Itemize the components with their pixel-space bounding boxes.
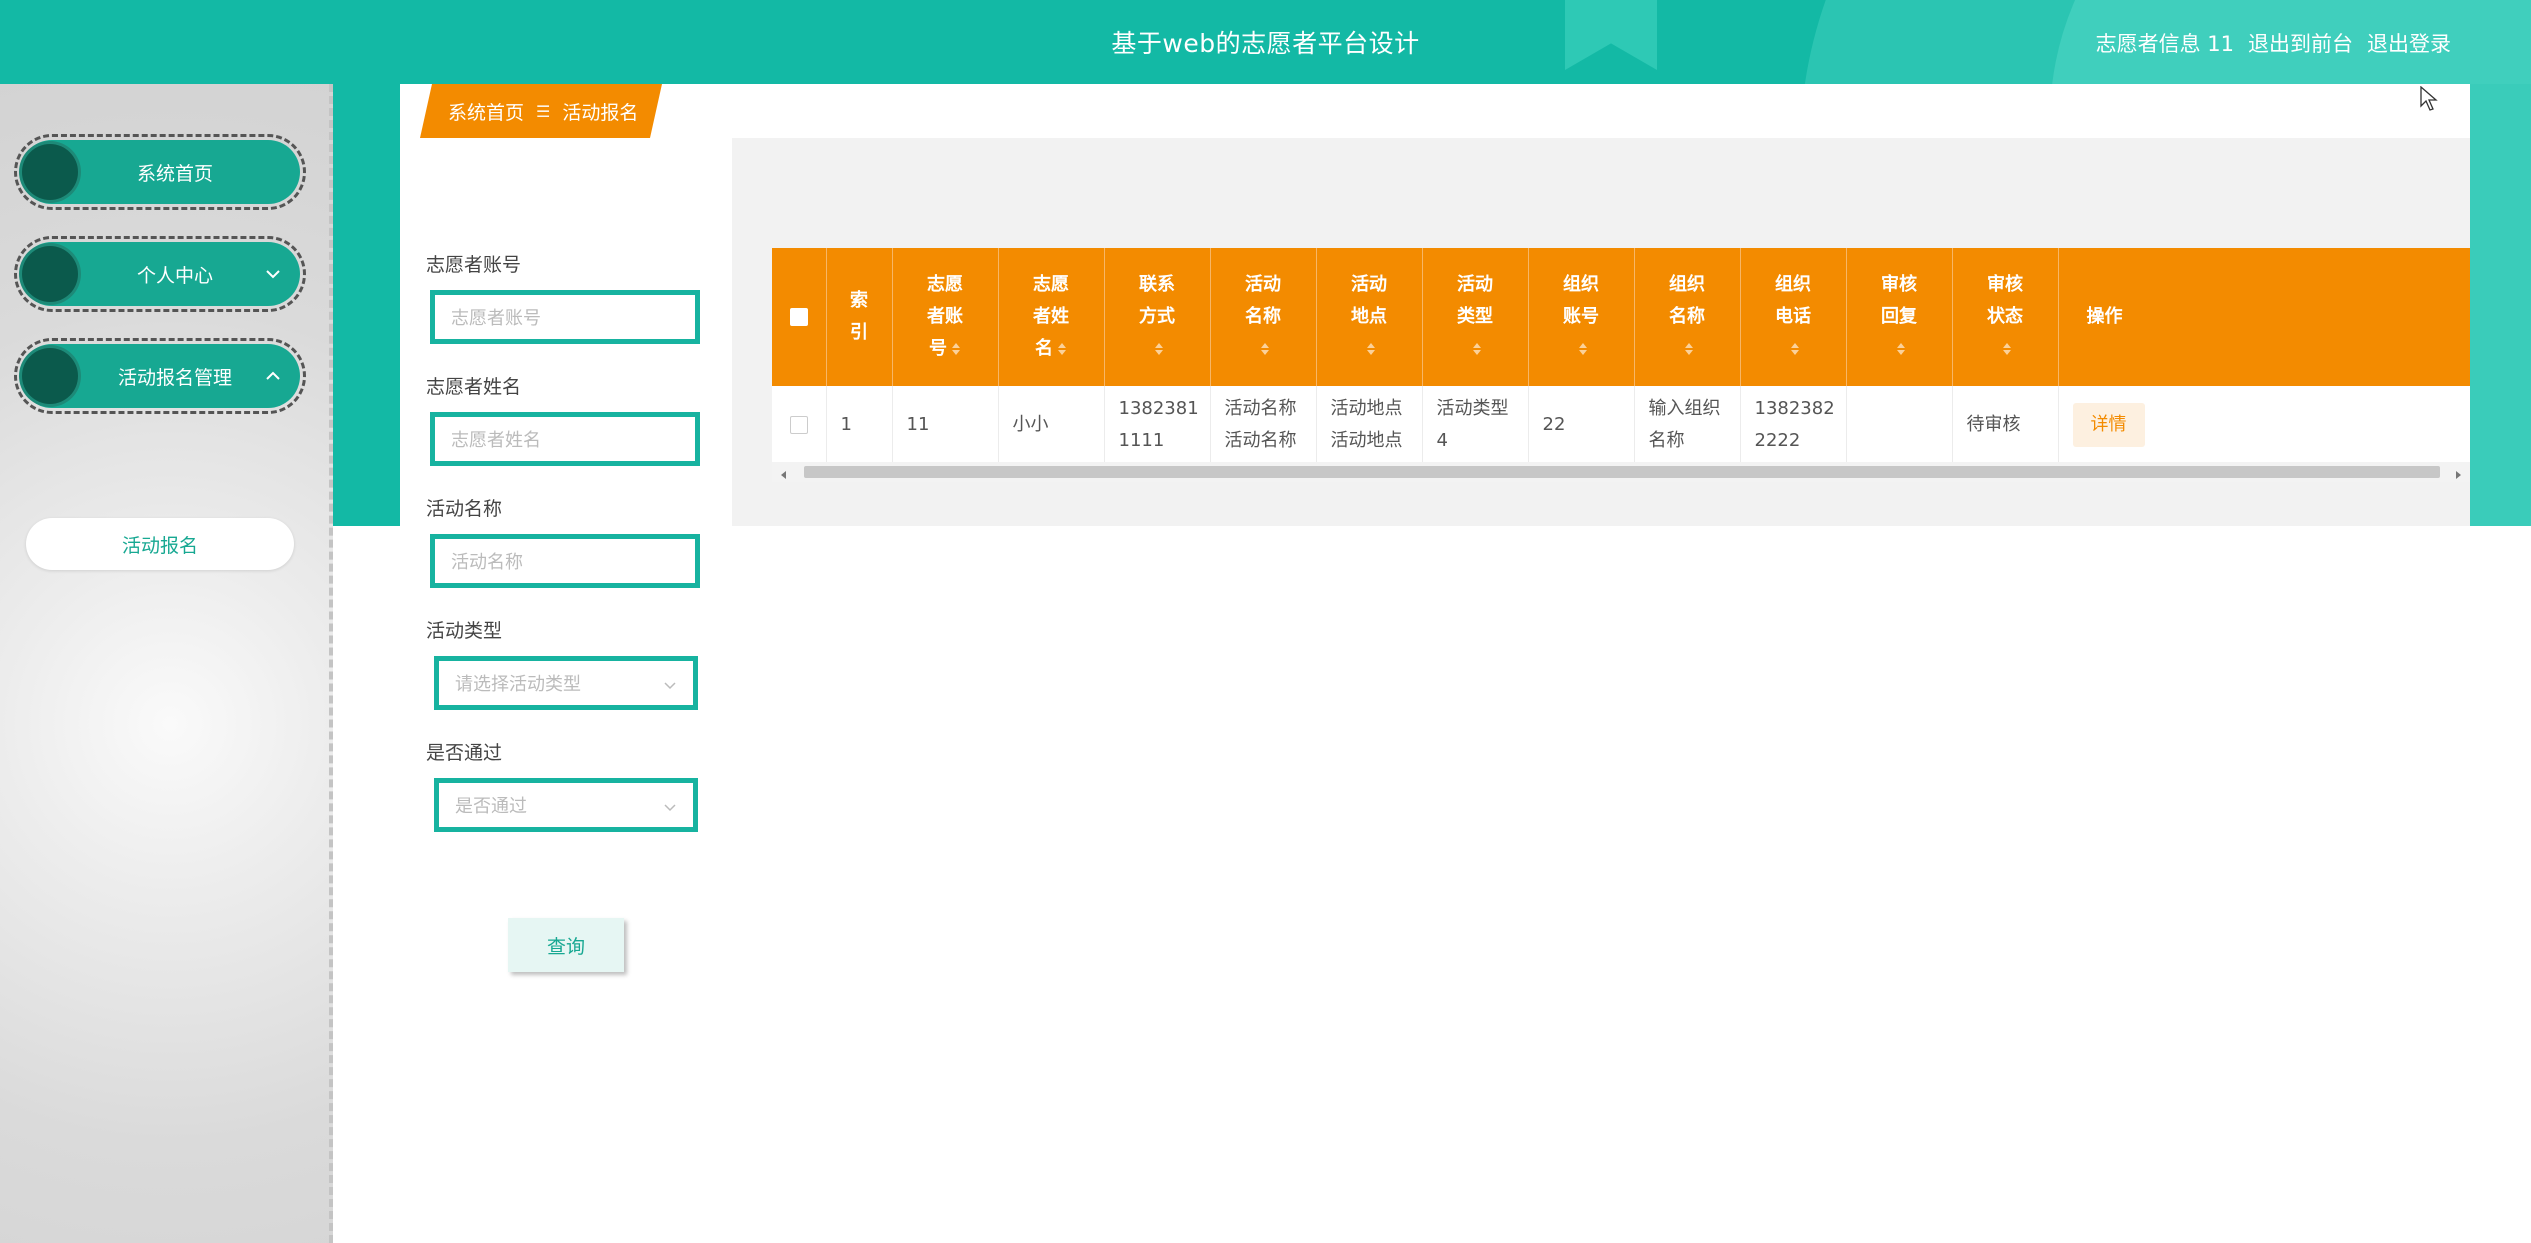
- scroll-left-icon[interactable]: [778, 466, 790, 479]
- filter-label-activity-name: 活动名称: [426, 498, 503, 520]
- table-row: 1 11 小小 13823811111 活动名称活动名称 活动地点活动地点: [772, 386, 2470, 465]
- horizontal-scrollbar[interactable]: [772, 462, 2470, 482]
- chevron-up-icon: [264, 367, 282, 385]
- back-to-front-link[interactable]: 退出到前台: [2248, 28, 2353, 58]
- sidebar-item-activity-signup-management[interactable]: 活动报名管理: [14, 338, 306, 414]
- cell-org-name: 输入组织 名称: [1634, 386, 1741, 465]
- content-area: 索引 志愿 者账 号 志愿 者姓 名 联系 方式 活动 名称 活动 地点 活动 …: [732, 138, 2470, 1243]
- cell-activity-type: 活动类型 4: [1422, 386, 1529, 465]
- menu-knob-icon: [22, 144, 78, 200]
- cell-volunteer-account: 11: [892, 386, 999, 465]
- filter-label-volunteer-name: 志愿者姓名: [426, 376, 522, 398]
- column-header-review-status[interactable]: 审核 状态: [1952, 248, 2059, 386]
- column-header-phone[interactable]: 联系 方式: [1104, 248, 1211, 386]
- row-select-cell: [772, 386, 827, 465]
- approved-select[interactable]: 是否通过: [434, 778, 698, 832]
- column-header-index: 索引: [826, 248, 893, 386]
- sort-icon[interactable]: [951, 342, 961, 356]
- sort-icon[interactable]: [1366, 342, 1376, 356]
- menu-knob-icon: [22, 246, 78, 302]
- select-placeholder: 是否通过: [455, 796, 527, 817]
- mouse-cursor-icon: [2420, 85, 2438, 112]
- cell-actions: 详情: [2058, 386, 2470, 465]
- row-checkbox[interactable]: [789, 415, 808, 434]
- filter-panel: 志愿者账号 志愿者账号 志愿者姓名 志愿者姓名 活动名称 活动名称 活动类型 请…: [400, 138, 732, 1243]
- cell-index: 1: [826, 386, 893, 465]
- column-header-org-account[interactable]: 组织 账号: [1528, 248, 1635, 386]
- sort-icon[interactable]: [1578, 342, 1588, 356]
- sort-icon[interactable]: [2002, 342, 2012, 356]
- column-header-activity-name[interactable]: 活动 名称: [1210, 248, 1317, 386]
- chevron-down-icon: [663, 798, 677, 812]
- filter-label-activity-type: 活动类型: [426, 620, 503, 642]
- top-header: 基于web的志愿者平台设计 志愿者信息 11 退出到前台 退出登录: [0, 0, 2531, 84]
- scroll-right-icon[interactable]: [2452, 466, 2464, 479]
- query-button[interactable]: 查询: [508, 918, 624, 972]
- breadcrumb-current: 活动报名: [562, 101, 639, 124]
- sidebar-item-label: 个人中心: [136, 264, 213, 287]
- select-all-header: [772, 248, 827, 386]
- sort-icon[interactable]: [1790, 342, 1800, 356]
- chevron-down-icon: [264, 265, 282, 283]
- select-placeholder: 请选择活动类型: [455, 674, 581, 695]
- menu-icon: ☰: [536, 101, 551, 121]
- user-info-link[interactable]: 志愿者信息 11: [2096, 28, 2234, 58]
- column-header-org-phone[interactable]: 组织 电话: [1740, 248, 1847, 386]
- sidebar-subitem-activity-signup[interactable]: 活动报名: [26, 518, 294, 570]
- cell-org-phone: 1382382 2222: [1740, 386, 1847, 465]
- column-header-review-reply[interactable]: 审核 回复: [1846, 248, 1953, 386]
- sort-icon[interactable]: [1684, 342, 1694, 356]
- sidebar: 系统首页 个人中心 活动报名管理 活动报名: [0, 84, 333, 1243]
- activity-name-input[interactable]: 活动名称: [430, 534, 700, 588]
- column-header-volunteer-name[interactable]: 志愿 者姓 名: [998, 248, 1105, 386]
- breadcrumb-home[interactable]: 系统首页: [448, 98, 524, 125]
- cell-activity-location: 活动地点 活动地点: [1316, 386, 1423, 465]
- main-panel: 系统首页 ☰ 活动报名 志愿者账号 志愿者账号 志愿者姓名 志愿者姓名 活动名称…: [400, 84, 2470, 1243]
- sidebar-item-home[interactable]: 系统首页: [14, 134, 306, 210]
- cell-org-account: 22: [1528, 386, 1635, 465]
- filter-label-approved: 是否通过: [426, 742, 503, 764]
- data-table: 索引 志愿 者账 号 志愿 者姓 名 联系 方式 活动 名称 活动 地点 活动 …: [772, 248, 2470, 482]
- cell-review-reply: [1846, 386, 1953, 465]
- volunteer-account-input[interactable]: 志愿者账号: [430, 290, 700, 344]
- select-all-checkbox[interactable]: [789, 308, 808, 326]
- logout-link[interactable]: 退出登录: [2367, 28, 2451, 58]
- sort-icon[interactable]: [1057, 342, 1067, 356]
- menu-knob-icon: [22, 348, 78, 404]
- input-placeholder: 活动名称: [451, 552, 523, 573]
- sidebar-item-label: 活动报名管理: [117, 366, 232, 389]
- cell-phone: 1382381 1111: [1104, 386, 1211, 465]
- detail-button[interactable]: 详情: [2072, 402, 2145, 447]
- input-placeholder: 志愿者姓名: [451, 430, 541, 451]
- sidebar-item-label: 系统首页: [136, 162, 213, 185]
- input-placeholder: 志愿者账号: [451, 308, 541, 329]
- chevron-down-icon: [663, 676, 677, 690]
- sort-icon[interactable]: [1896, 342, 1906, 356]
- column-header-volunteer-account[interactable]: 志愿 者账 号: [892, 248, 999, 386]
- column-header-activity-type[interactable]: 活动 类型: [1422, 248, 1529, 386]
- sort-icon[interactable]: [1260, 342, 1270, 356]
- sidebar-item-personal-center[interactable]: 个人中心: [14, 236, 306, 312]
- volunteer-name-input[interactable]: 志愿者姓名: [430, 412, 700, 466]
- cell-activity-name: 活动名称 活动名称: [1210, 386, 1317, 465]
- cell-review-status: 待审核: [1952, 386, 2059, 465]
- sort-icon[interactable]: [1472, 342, 1482, 356]
- filter-label-volunteer-account: 志愿者账号: [426, 254, 522, 276]
- table-header-row: 索引 志愿 者账 号 志愿 者姓 名 联系 方式 活动 名称 活动 地点 活动 …: [772, 248, 2470, 386]
- column-header-org-name[interactable]: 组织 名称: [1634, 248, 1741, 386]
- breadcrumb: 系统首页 ☰ 活动报名: [420, 84, 662, 138]
- scrollbar-thumb[interactable]: [804, 466, 2440, 478]
- teal-band: [333, 84, 400, 526]
- teal-band: [2470, 84, 2531, 526]
- sort-icon[interactable]: [1154, 342, 1164, 356]
- header-user-links: 志愿者信息 11 退出到前台 退出登录: [2096, 28, 2451, 58]
- cell-volunteer-name: 小小: [998, 386, 1105, 465]
- column-header-activity-location[interactable]: 活动 地点: [1316, 248, 1423, 386]
- activity-type-select[interactable]: 请选择活动类型: [434, 656, 698, 710]
- column-header-actions: 操作: [2058, 248, 2470, 386]
